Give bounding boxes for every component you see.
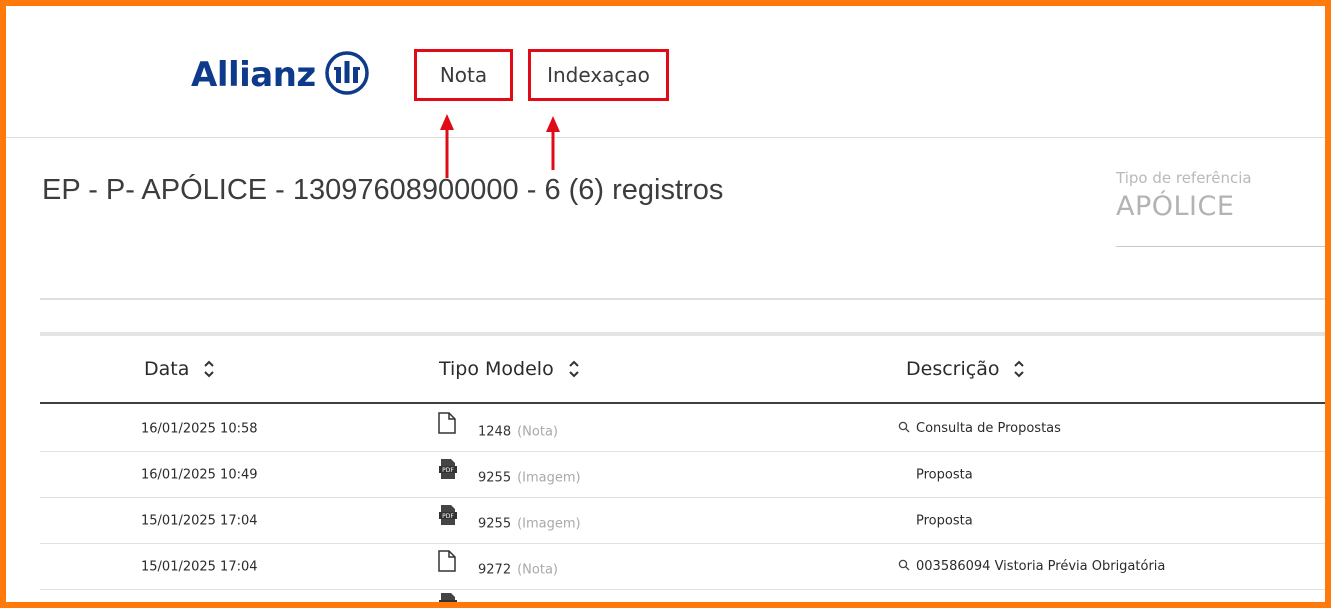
- row-tipo-modelo: 9255 (Imagem): [478, 471, 581, 486]
- document-icon[interactable]: [438, 550, 456, 576]
- row-date: 15/01/2025 17:04: [141, 513, 258, 528]
- svg-text:PDF: PDF: [442, 513, 454, 520]
- arrow-up-icon: [546, 116, 560, 170]
- screenshot-frame: Allianz Nota Indexaçao EP - P- APÓLICE -…: [0, 0, 1331, 608]
- allianz-logo[interactable]: Allianz: [191, 50, 370, 100]
- table-header: Data Tipo Modelo Descrição: [40, 336, 1325, 404]
- row-description[interactable]: 003586094 Vistoria Prévia Obrigatória: [898, 559, 1165, 575]
- row-code: 9255: [478, 516, 512, 532]
- arrow-up-icon: [440, 114, 454, 178]
- pdf-icon[interactable]: [438, 592, 458, 602]
- row-code: 9272: [478, 562, 512, 578]
- row-description-text: 003586094 Vistoria Prévia Obrigatória: [916, 559, 1166, 574]
- sort-icon[interactable]: [203, 359, 215, 379]
- row-code: 1248: [478, 424, 512, 440]
- row-kind: (Imagem): [517, 516, 581, 532]
- reference-type-value: APÓLICE: [1116, 191, 1235, 222]
- search-icon[interactable]: [898, 559, 916, 575]
- reference-type-field[interactable]: Tipo de referência APÓLICE: [1116, 169, 1325, 247]
- row-date: 16/01/2025 10:58: [141, 421, 258, 436]
- row-kind: (Nota): [517, 424, 558, 440]
- row-description-text: Proposta: [916, 513, 973, 528]
- row-tipo-modelo: 1248 (Nota): [478, 425, 558, 440]
- page-title: EP - P- APÓLICE - 13097608900000 - 6 (6)…: [42, 174, 724, 206]
- row-description-text: Consulta de Propostas: [916, 421, 1061, 436]
- column-label: Tipo Modelo: [439, 358, 554, 380]
- column-label: Data: [144, 358, 190, 380]
- nav-indexacao-tab[interactable]: Indexaçao: [528, 49, 669, 101]
- table-row[interactable]: 16/01/2025 10:58 1248 (Nota) Consulta de …: [40, 406, 1325, 452]
- search-icon[interactable]: [898, 421, 916, 437]
- row-date: 15/01/2025 17:04: [141, 559, 258, 574]
- divider: [40, 298, 1325, 300]
- sort-icon[interactable]: [1013, 359, 1025, 379]
- row-description[interactable]: Proposta: [898, 467, 973, 482]
- column-header-tipo-modelo[interactable]: Tipo Modelo: [439, 358, 580, 380]
- table-row[interactable]: 15/01/2025 17:04 PDF 9255 (Imagem) Propos…: [40, 498, 1325, 544]
- sort-icon[interactable]: [568, 359, 580, 379]
- row-description-text: Proposta: [916, 467, 973, 482]
- table-row[interactable]: 16/01/2025 10:49 PDF 9255 (Imagem) Propos…: [40, 452, 1325, 498]
- document-icon[interactable]: [438, 412, 456, 438]
- nav-nota-tab[interactable]: Nota: [414, 49, 513, 101]
- table-row[interactable]: 15/01/2025 17:04 9272 (Nota) 003586094 Vi…: [40, 544, 1325, 590]
- table-row[interactable]: [40, 590, 1325, 602]
- column-label: Descrição: [906, 358, 1000, 380]
- allianz-eagle-icon: [324, 50, 370, 100]
- svg-text:PDF: PDF: [442, 467, 454, 474]
- row-date: 16/01/2025 10:49: [141, 467, 258, 482]
- row-code: 9255: [478, 470, 512, 486]
- column-header-descricao[interactable]: Descrição: [906, 358, 1025, 380]
- top-header: Allianz Nota Indexaçao: [6, 6, 1325, 138]
- row-description[interactable]: Proposta: [898, 513, 973, 528]
- pdf-icon[interactable]: PDF: [438, 458, 458, 484]
- row-description[interactable]: Consulta de Propostas: [898, 421, 1061, 437]
- pdf-icon[interactable]: PDF: [438, 504, 458, 530]
- row-kind: (Imagem): [517, 470, 581, 486]
- row-tipo-modelo: 9272 (Nota): [478, 563, 558, 578]
- column-header-data[interactable]: Data: [144, 358, 215, 380]
- row-tipo-modelo: 9255 (Imagem): [478, 517, 581, 532]
- logo-text: Allianz: [191, 55, 316, 95]
- reference-type-label: Tipo de referência: [1116, 169, 1252, 187]
- row-kind: (Nota): [517, 562, 558, 578]
